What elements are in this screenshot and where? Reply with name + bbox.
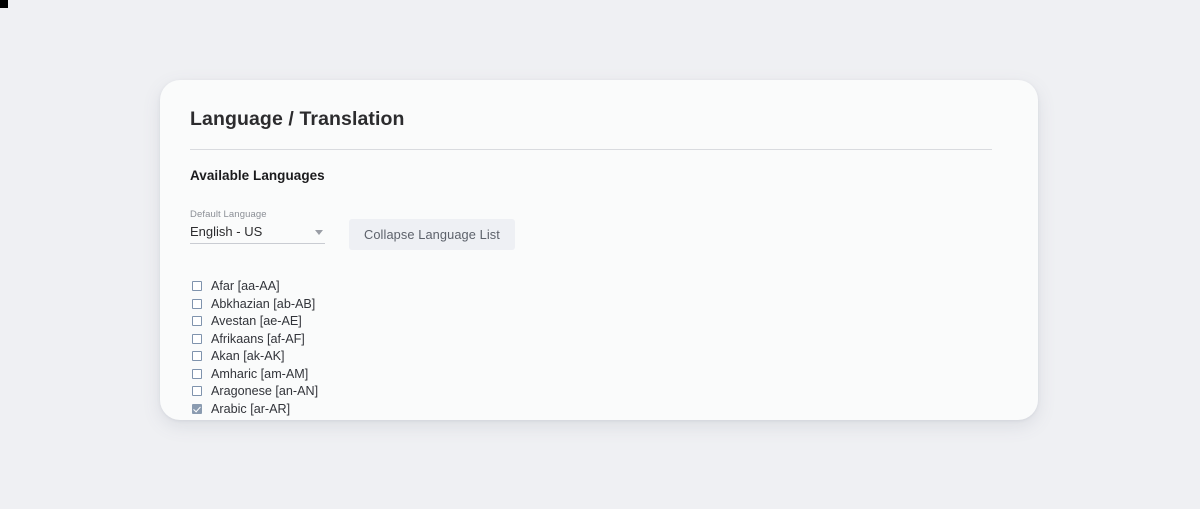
list-item[interactable]: Aragonese [an-AN] [192, 382, 1038, 400]
language-settings-card: Language / Translation Available Languag… [160, 80, 1038, 420]
card-content: Language / Translation Available Languag… [160, 80, 1038, 417]
section-heading-available-languages: Available Languages [190, 168, 325, 184]
list-item[interactable]: Amharic [am-AM] [192, 365, 1038, 383]
page-title: Language / Translation [190, 108, 405, 130]
language-label: Avestan [ae-AE] [211, 314, 302, 329]
list-item[interactable]: Akan [ak-AK] [192, 347, 1038, 365]
title-divider [190, 149, 992, 151]
checkbox-icon[interactable] [192, 281, 202, 292]
language-label: Amharic [am-AM] [211, 366, 309, 381]
checkbox-icon[interactable] [192, 333, 202, 344]
language-label: Afrikaans [af-AF] [211, 331, 305, 346]
list-item[interactable]: Abkhazian [ab-AB] [192, 295, 1038, 313]
checkbox-icon[interactable] [192, 403, 202, 414]
language-label: Afar [aa-AA] [211, 279, 280, 294]
language-label: Abkhazian [ab-AB] [211, 296, 316, 311]
language-label: Akan [ak-AK] [211, 349, 285, 364]
default-language-select[interactable]: Default Language English - US [190, 209, 325, 245]
list-item[interactable]: Arabic [ar-AR] [192, 400, 1038, 418]
checkbox-icon[interactable] [192, 316, 202, 327]
default-language-label: Default Language [190, 209, 267, 221]
language-label: Aragonese [an-AN] [211, 384, 319, 399]
default-language-value: English - US [190, 224, 263, 240]
checkbox-icon[interactable] [192, 386, 202, 397]
list-item[interactable]: Afrikaans [af-AF] [192, 330, 1038, 348]
checkbox-icon[interactable] [192, 368, 202, 379]
list-item[interactable]: Avestan [ae-AE] [192, 312, 1038, 330]
controls-row: Default Language English - US Collapse L… [190, 209, 1038, 251]
checkbox-icon[interactable] [192, 351, 202, 362]
corner-marker [0, 0, 8, 8]
collapse-language-list-button[interactable]: Collapse Language List [349, 219, 515, 251]
language-checkbox-list: Afar [aa-AA] Abkhazian [ab-AB] Avestan [… [192, 277, 1038, 417]
language-label: Arabic [ar-AR] [211, 401, 291, 416]
chevron-down-icon[interactable] [315, 229, 323, 235]
list-item[interactable]: Afar [aa-AA] [192, 277, 1038, 295]
default-language-control[interactable]: English - US [190, 221, 325, 245]
checkbox-icon[interactable] [192, 298, 202, 309]
